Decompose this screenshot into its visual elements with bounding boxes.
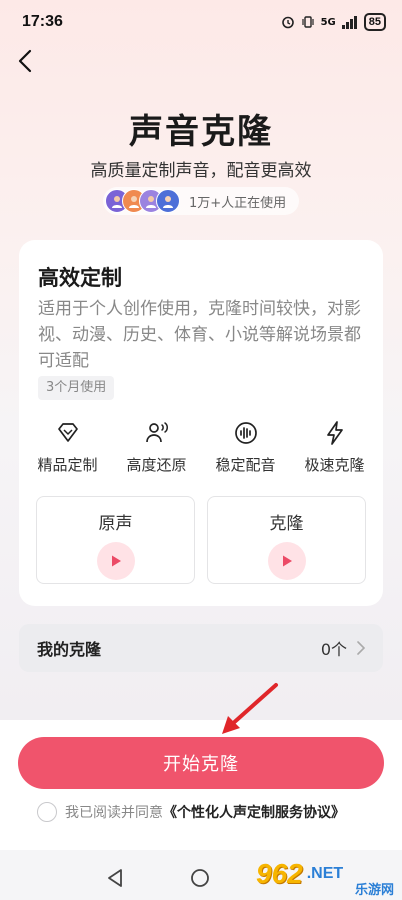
battery-level: 85 [363, 13, 386, 31]
plan-duration-tag: 3个月使用 [38, 376, 115, 400]
signal-icon [341, 15, 358, 29]
play-button[interactable] [96, 542, 135, 580]
back-button[interactable] [10, 46, 40, 76]
avatar [156, 189, 180, 213]
watermark-logo: 962 .NET 乐游网 [256, 849, 400, 899]
plan-card: 高效定制 适用于个人创作使用，克隆时间较快，对影视、动漫、历史、体育、小说等解说… [19, 240, 383, 606]
my-clone-label: 我的克隆 [37, 640, 102, 659]
chevron-right-icon [357, 641, 365, 655]
original-voice-sample[interactable]: 原声 [36, 496, 195, 584]
feature-item: 精品定制 [26, 420, 110, 475]
plan-title: 高效定制 [38, 266, 122, 290]
feature-label: 极速克隆 [304, 456, 365, 474]
arrow-annotation-icon [222, 683, 278, 734]
agreement-link[interactable]: 《个性化人声定制服务协议》 [163, 802, 345, 822]
nav-back-icon[interactable] [106, 868, 124, 888]
status-time: 17:36 [22, 13, 63, 30]
feature-item: 极速克隆 [293, 420, 377, 475]
diamond-icon [57, 423, 78, 442]
my-clone-count-group: 0个 [321, 636, 365, 660]
watermark-sub: 乐游网 [354, 883, 394, 898]
feature-item: 稳定配音 [204, 420, 288, 475]
my-clone-row[interactable]: 我的克隆 0个 [19, 624, 383, 672]
sample-label: 克隆 [269, 514, 304, 534]
status-icons: 5G 85 [281, 13, 386, 31]
voice-person-icon [145, 422, 168, 443]
chevron-left-icon [18, 49, 32, 73]
agreement-checkbox[interactable] [37, 802, 57, 822]
play-icon [111, 555, 121, 567]
my-clone-count: 0个 [320, 640, 347, 659]
page-title: 声音克隆 [129, 112, 273, 152]
play-icon [282, 555, 292, 567]
start-clone-button[interactable]: 开始克隆 [18, 737, 384, 789]
agreement-row: 我已阅读并同意 《个性化人声定制服务协议》 [37, 802, 345, 822]
watermark-suffix: .NET [306, 865, 344, 882]
feature-label: 精品定制 [37, 456, 98, 474]
vibrate-icon [301, 15, 315, 29]
plan-description: 适用于个人创作使用，克隆时间较快，对影视、动漫、历史、体育、小说等解说场景都可适… [38, 299, 361, 371]
feature-label: 高度还原 [126, 456, 187, 474]
alarm-icon [281, 15, 295, 29]
lightning-icon [326, 421, 343, 445]
cloned-voice-sample[interactable]: 克隆 [207, 496, 366, 584]
feature-item: 高度还原 [115, 420, 199, 475]
nav-home-icon[interactable] [190, 868, 210, 888]
agreement-text: 我已阅读并同意 [65, 805, 163, 821]
users-count-text: 1万+人正在使用 [189, 195, 287, 211]
feature-list: 精品定制 高度还原 稳定配音 极速克隆 [19, 420, 383, 475]
waveform-icon [234, 422, 257, 444]
feature-label: 稳定配音 [215, 456, 276, 474]
avatar-group [105, 189, 180, 213]
status-bar: 17:36 5G 85 [0, 0, 402, 44]
users-count-pill: 1万+人正在使用 [103, 187, 299, 215]
sample-label: 原声 [98, 514, 133, 534]
page-subtitle: 高质量定制声音，配音更高效 [90, 161, 312, 181]
play-button[interactable] [267, 542, 306, 580]
watermark-number: 962 [256, 858, 303, 889]
network-label: 5G [320, 16, 336, 28]
